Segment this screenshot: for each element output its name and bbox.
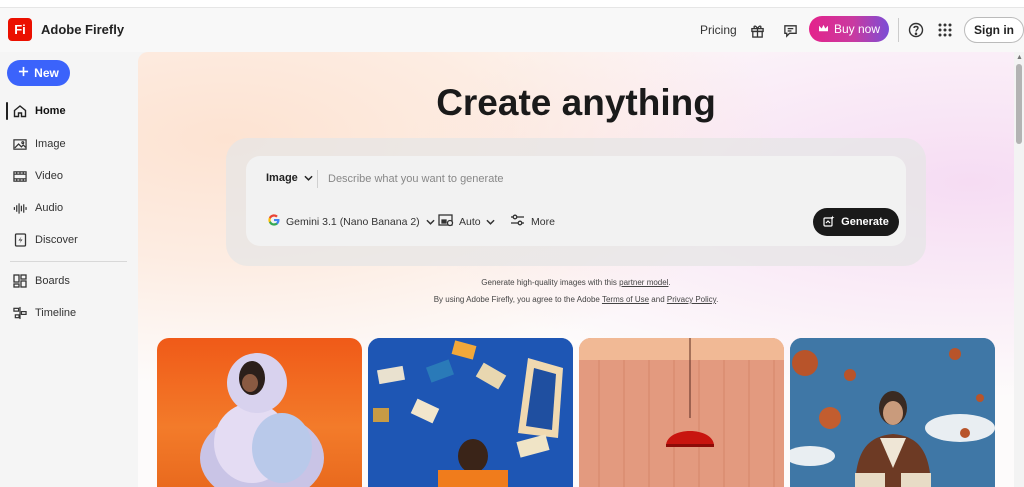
gallery-card[interactable] [157, 338, 362, 487]
note-text: . [668, 278, 671, 287]
page-scrollbar[interactable]: ▲ [1014, 52, 1024, 487]
scrollbar-thumb[interactable] [1016, 64, 1022, 144]
basketballs-image [790, 338, 995, 487]
discover-icon [13, 233, 27, 247]
apps-grid-icon[interactable] [935, 20, 955, 40]
gallery-card[interactable] [790, 338, 995, 487]
chevron-down-icon [304, 172, 313, 184]
prompt-input[interactable]: Describe what you want to generate [328, 173, 504, 185]
chevron-down-icon [426, 216, 435, 228]
browser-top-strip [0, 0, 1024, 8]
feedback-icon[interactable] [780, 20, 800, 40]
type-selector[interactable]: Image [266, 172, 313, 184]
gallery-card[interactable] [579, 338, 784, 487]
flying-books-image [368, 338, 573, 487]
page-title: Create anything [436, 82, 716, 123]
sidebar-item-label: Timeline [35, 307, 77, 319]
sidebar-item-label: Image [35, 138, 66, 150]
buy-now-label: Buy now [833, 22, 881, 36]
prompt-box: Image Describe what you want to generate… [246, 156, 906, 246]
note-text: . [716, 295, 719, 304]
sidebar-item-boards[interactable]: Boards [13, 271, 70, 291]
sidebar-item-label: Discover [35, 234, 78, 246]
new-button-label: New [34, 66, 59, 80]
gift-icon[interactable] [747, 20, 767, 40]
chevron-down-icon [486, 216, 495, 228]
plus-icon [18, 66, 29, 80]
sign-in-button[interactable]: Sign in [964, 17, 1024, 43]
generate-icon [823, 215, 835, 230]
terms-note: By using Adobe Firefly, you agree to the… [138, 295, 1014, 304]
google-icon [268, 214, 280, 229]
sidebar: New Home Image Video Audio Discover Boar… [0, 52, 138, 487]
note-text: By using Adobe Firefly, you agree to the… [433, 295, 602, 304]
video-icon [13, 169, 27, 183]
aspect-ratio-icon [438, 214, 454, 230]
buy-now-button[interactable]: Buy now [809, 16, 889, 42]
sidebar-divider [10, 261, 127, 262]
new-button[interactable]: New [7, 60, 70, 86]
sidebar-item-label: Boards [35, 275, 70, 287]
help-icon[interactable] [906, 20, 926, 40]
sidebar-item-image[interactable]: Image [13, 134, 66, 154]
home-icon [13, 104, 27, 118]
aspect-ratio-selector[interactable]: Auto [438, 214, 495, 230]
image-icon [13, 137, 27, 151]
pricing-link[interactable]: Pricing [700, 23, 737, 37]
crown-icon [818, 22, 829, 36]
audio-icon [13, 201, 27, 215]
puffer-jacket-image [200, 353, 324, 487]
app-title[interactable]: Adobe Firefly [41, 22, 124, 37]
header-divider [898, 18, 899, 42]
note-text: and [649, 295, 667, 304]
type-divider [317, 170, 318, 188]
partner-model-link[interactable]: partner model [619, 278, 668, 287]
type-selector-label: Image [266, 172, 298, 184]
model-selector-label: Gemini 3.1 (Nano Banana 2) [286, 215, 420, 228]
privacy-policy-link[interactable]: Privacy Policy [667, 295, 716, 304]
gallery-card[interactable] [368, 338, 573, 487]
partner-model-note: Generate high-quality images with this p… [138, 278, 1014, 287]
generate-button[interactable]: Generate [813, 208, 899, 236]
firefly-logo[interactable]: Fi [8, 18, 32, 41]
sliders-icon [510, 214, 525, 229]
terms-of-use-link[interactable]: Terms of Use [602, 295, 649, 304]
note-text: Generate high-quality images with this [481, 278, 620, 287]
prompt-panel: Image Describe what you want to generate… [226, 138, 926, 266]
red-lamp-image [579, 338, 784, 487]
boards-icon [13, 274, 27, 288]
sidebar-item-discover[interactable]: Discover [13, 230, 78, 250]
sidebar-item-timeline[interactable]: Timeline [13, 303, 76, 323]
active-indicator [6, 102, 8, 120]
generate-label: Generate [841, 216, 889, 228]
more-settings-button[interactable]: More [510, 214, 555, 229]
sidebar-item-audio[interactable]: Audio [13, 198, 63, 218]
main-content: Create anything Image Describe what you … [138, 52, 1014, 487]
scroll-up-icon[interactable]: ▲ [1016, 54, 1023, 61]
aspect-ratio-label: Auto [459, 216, 481, 228]
timeline-icon [13, 306, 27, 320]
model-selector[interactable]: Gemini 3.1 (Nano Banana 2) [268, 214, 435, 229]
more-settings-label: More [531, 215, 555, 228]
sidebar-item-label: Audio [35, 202, 64, 214]
sidebar-item-label: Video [35, 170, 63, 182]
sidebar-item-label: Home [35, 105, 66, 117]
sidebar-item-home[interactable]: Home [13, 101, 66, 121]
sidebar-item-video[interactable]: Video [13, 166, 63, 186]
app-header: Fi Adobe Firefly Pricing Buy now Sign in [0, 8, 1024, 52]
